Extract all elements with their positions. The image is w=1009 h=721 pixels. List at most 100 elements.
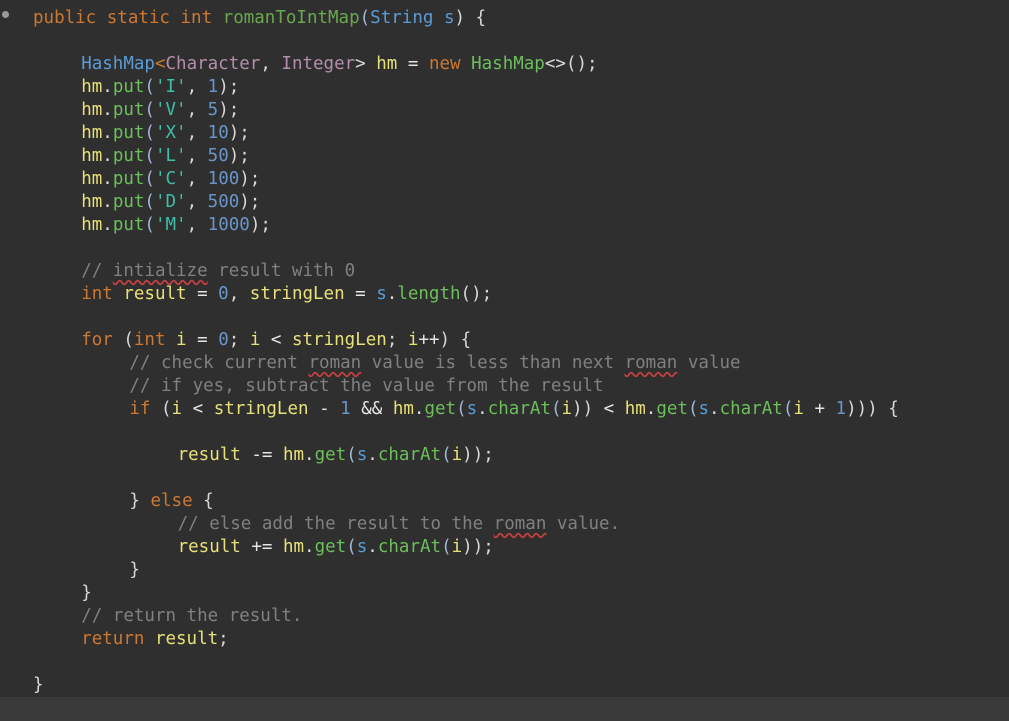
code-token: += [240, 537, 283, 557]
code-token: value is less than next [361, 353, 625, 373]
code-token: hm [81, 77, 103, 97]
code-line[interactable]: result += hm.get(s.charAt(i)); [178, 536, 494, 559]
code-token: i [407, 330, 419, 350]
code-token: (); [565, 54, 598, 74]
code-token: } [33, 675, 44, 695]
code-token: hm [376, 54, 398, 74]
code-line[interactable]: public static int romanToIntMap(String s… [33, 7, 486, 30]
code-token: put [112, 146, 145, 166]
code-line[interactable]: } [129, 559, 140, 582]
code-token: , [260, 54, 282, 74]
code-line[interactable]: // if yes, subtract the value from the r… [129, 375, 603, 398]
code-token: result [177, 537, 241, 557]
code-token: + [803, 399, 836, 419]
code-token: ))) { [846, 399, 899, 419]
code-line[interactable]: int result = 0, stringLen = s.length(); [81, 283, 492, 306]
code-token: ( [144, 146, 155, 166]
code-token: 'V' [154, 100, 187, 120]
code-token: , [186, 192, 208, 212]
code-token: = [186, 284, 219, 304]
code-line[interactable]: result -= hm.get(s.charAt(i)); [178, 444, 494, 467]
code-token: . [102, 192, 113, 212]
code-line[interactable]: return result; [81, 628, 229, 651]
code-token: 'X' [154, 123, 187, 143]
code-token: ( [441, 445, 452, 465]
code-token: roman [624, 353, 678, 373]
code-token: < [260, 330, 292, 350]
code-line[interactable]: for (int i = 0; i < stringLen; i++) { [81, 329, 471, 352]
code-token: public static int [33, 8, 223, 28]
code-editor[interactable]: public static int romanToIntMap(String s… [0, 0, 1009, 721]
code-token: roman [493, 514, 547, 534]
code-token: . [645, 399, 657, 419]
code-token: put [112, 123, 145, 143]
code-token: ( [144, 100, 155, 120]
code-token: if [129, 399, 161, 419]
code-line[interactable]: hm.put('M', 1000); [81, 214, 271, 237]
code-token: . [709, 399, 720, 419]
code-token: put [112, 77, 145, 97]
code-token: 10 [207, 123, 229, 143]
code-line[interactable]: hm.put('X', 10); [81, 122, 250, 145]
code-token: ); [239, 192, 261, 212]
code-line[interactable]: HashMap<Character, Integer> hm = new Has… [81, 53, 597, 76]
code-token: ( [144, 77, 155, 97]
code-line[interactable]: hm.put('L', 50); [81, 145, 250, 168]
code-token: ; [228, 330, 250, 350]
code-line[interactable]: hm.put('V', 5); [81, 99, 239, 122]
code-token: 'D' [154, 192, 187, 212]
code-token: ) { [439, 330, 472, 350]
code-token: . [367, 445, 378, 465]
code-token: get [656, 399, 688, 419]
code-line[interactable]: // intialize result with 0 [81, 260, 355, 283]
code-token: ( [144, 192, 155, 212]
code-token: return [81, 629, 155, 649]
code-token: , [186, 146, 208, 166]
code-token: result with 0 [207, 261, 356, 281]
code-token: result [177, 445, 241, 465]
code-token: ( [456, 399, 467, 419]
code-token: hm [392, 399, 414, 419]
code-token: { [203, 491, 214, 511]
code-token: } [129, 560, 140, 580]
code-token: stringLen [213, 399, 309, 419]
code-token: charAt [719, 399, 783, 419]
code-token: ++ [418, 330, 440, 350]
code-token: . [102, 77, 113, 97]
code-token: // check current [129, 353, 309, 373]
code-token: charAt [377, 445, 442, 465]
code-line[interactable]: } else { [129, 490, 213, 513]
code-line[interactable]: hm.put('I', 1); [81, 76, 239, 99]
code-token: ; [386, 330, 408, 350]
code-token: result [123, 284, 187, 304]
code-line[interactable]: } [81, 582, 92, 605]
code-token: hm [81, 100, 103, 120]
code-line[interactable]: } [33, 674, 44, 697]
code-token: 'C' [154, 169, 187, 189]
code-token: intialize [112, 261, 208, 281]
code-line[interactable]: if (i < stringLen - 1 && hm.get(s.charAt… [129, 398, 898, 421]
code-line[interactable]: hm.put('D', 500); [81, 191, 260, 214]
code-line[interactable]: hm.put('C', 100); [81, 168, 260, 191]
code-token: HashMap [471, 54, 545, 74]
code-token: ( [359, 8, 371, 28]
code-token: > [355, 54, 377, 74]
code-token: , [186, 77, 208, 97]
code-token: } [129, 491, 151, 511]
code-line[interactable]: // check current roman value is less tha… [129, 352, 740, 375]
code-token: // return the result. [81, 606, 303, 626]
code-token: ( [441, 537, 452, 557]
code-token: get [314, 445, 347, 465]
code-token: < [593, 399, 625, 419]
code-line[interactable]: // return the result. [81, 605, 302, 628]
code-line[interactable]: // else add the result to the roman valu… [178, 513, 621, 536]
code-token: int [81, 284, 124, 304]
code-token: put [112, 192, 145, 212]
code-token: hm [81, 146, 103, 166]
code-token: ( [687, 399, 699, 419]
code-token: s [376, 284, 387, 304]
code-token: i [176, 330, 187, 350]
breakpoint-marker-icon[interactable] [2, 11, 9, 18]
code-token: s [466, 399, 478, 419]
code-token: String [370, 8, 444, 28]
